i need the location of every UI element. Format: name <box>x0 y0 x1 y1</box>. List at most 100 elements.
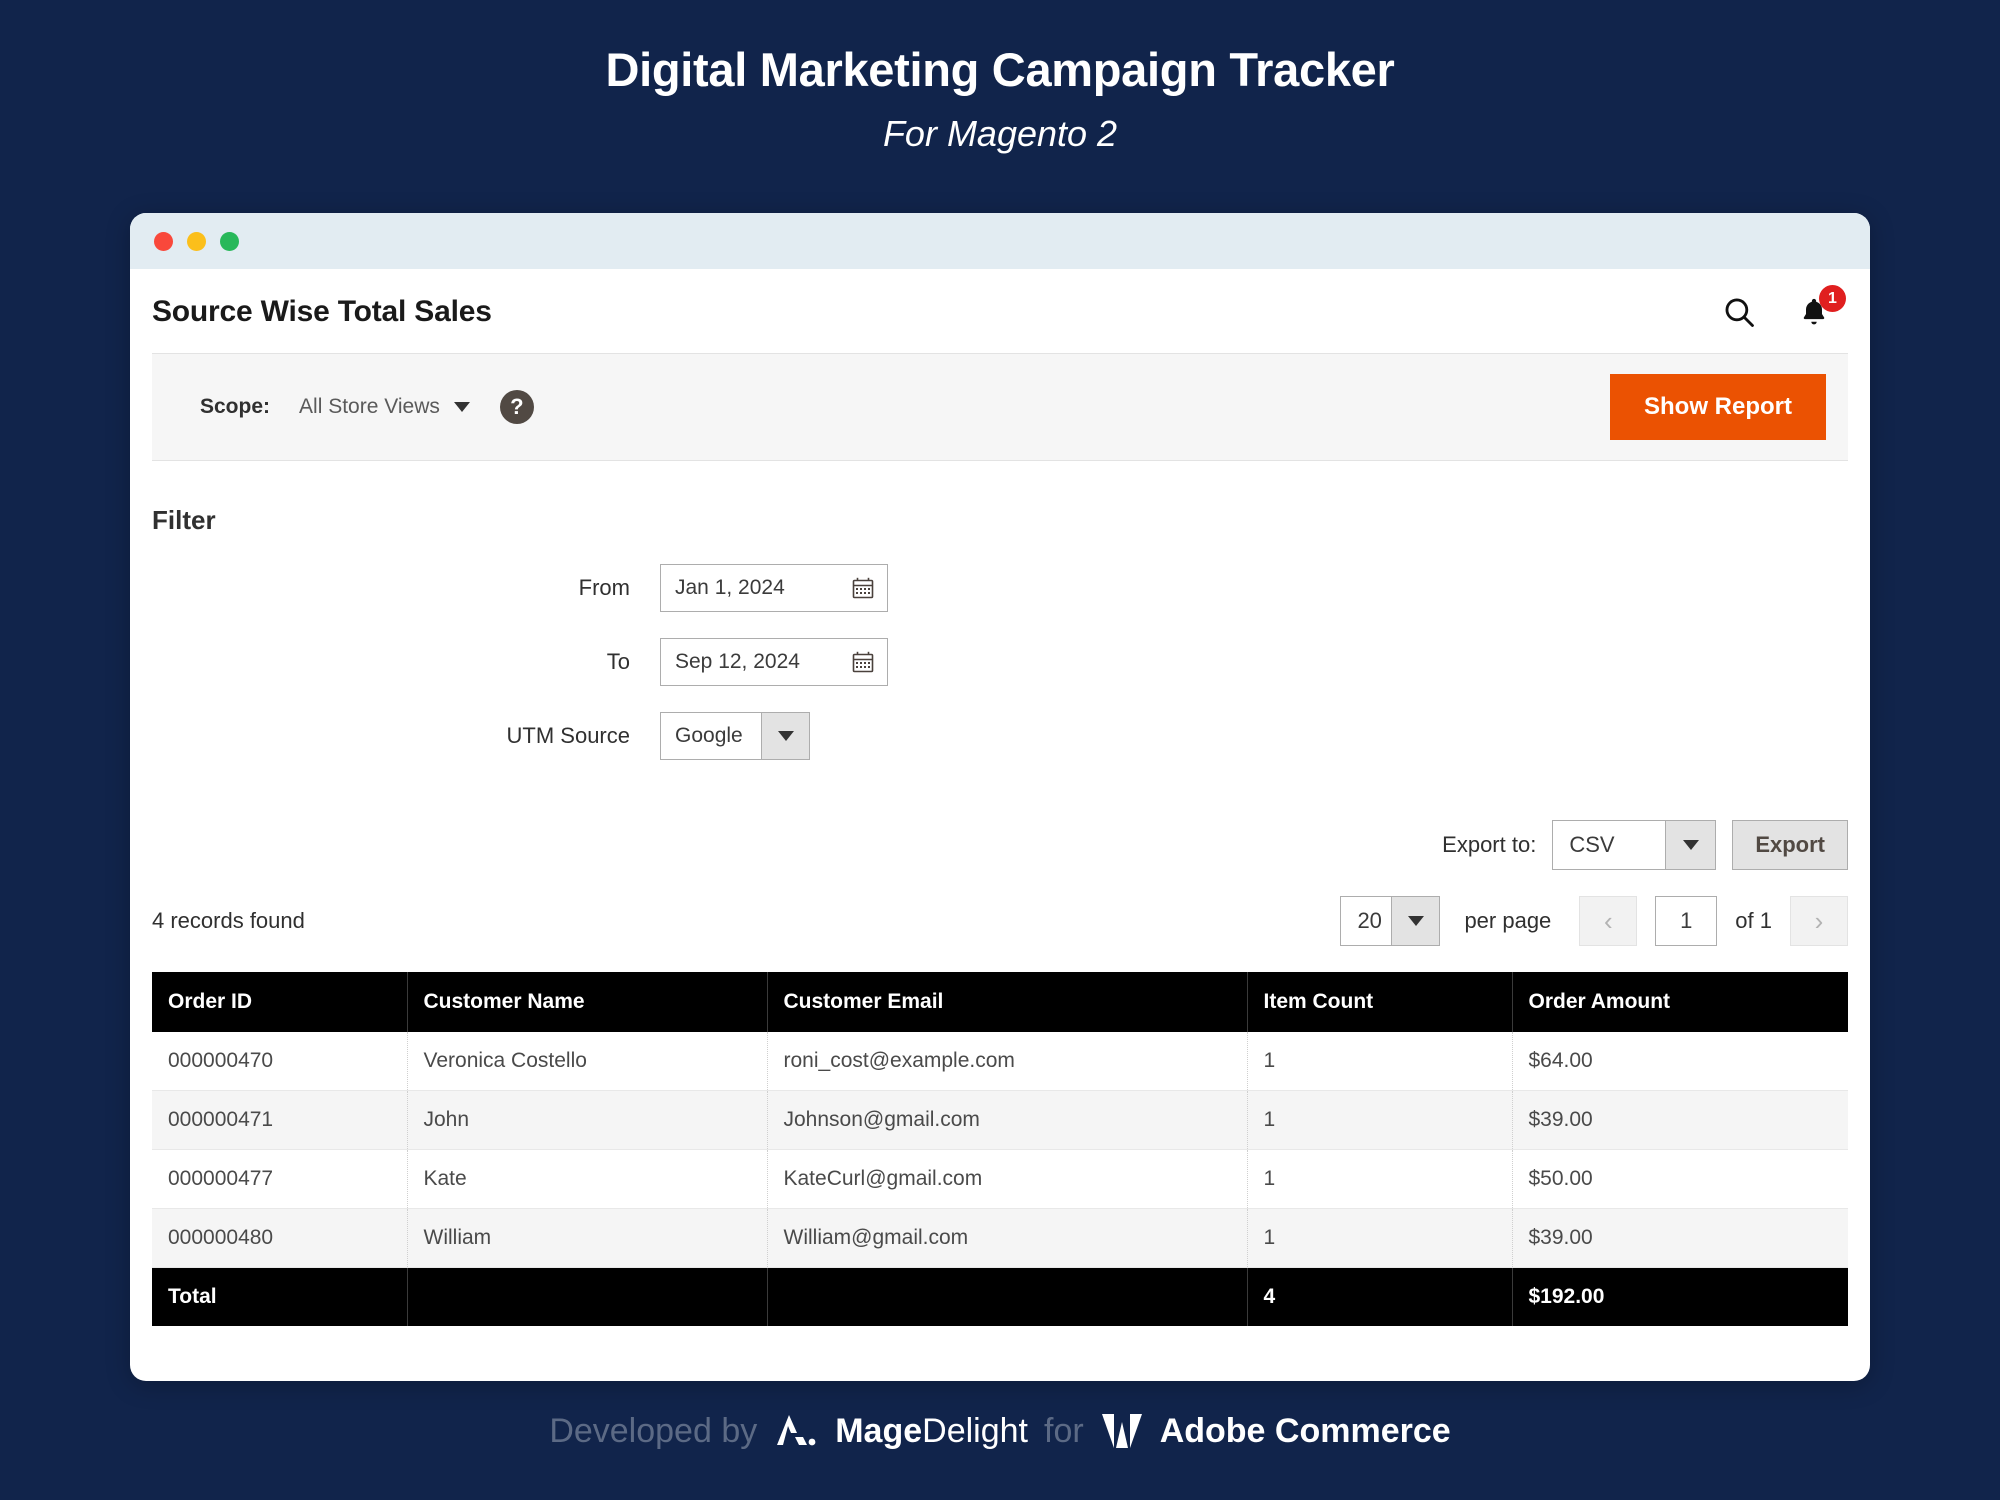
search-icon[interactable] <box>1722 295 1756 329</box>
records-found-text: 4 records found <box>152 908 305 933</box>
brand-mage: Mage <box>835 1411 923 1450</box>
from-date-input[interactable] <box>675 576 835 600</box>
cell-order-id: 000000477 <box>152 1149 408 1209</box>
export-format-value: CSV <box>1569 832 1615 857</box>
column-header-customer-name[interactable]: Customer Name <box>407 972 768 1032</box>
export-button[interactable]: Export <box>1732 820 1848 870</box>
cell-customer-email: roni_cost@example.com <box>767 1032 1248 1091</box>
adobe-commerce-brand: Adobe Commerce <box>1160 1412 1451 1451</box>
chevron-down-icon[interactable] <box>1391 897 1440 945</box>
calendar-icon[interactable] <box>851 650 875 674</box>
cell-item-count: 1 <box>1247 1149 1513 1209</box>
magedelight-logo-icon <box>773 1411 819 1451</box>
cell-customer-name: John <box>407 1090 768 1150</box>
column-header-item-count[interactable]: Item Count <box>1247 972 1513 1032</box>
magedelight-brand: MageDelight <box>835 1412 1028 1451</box>
developed-by-label: Developed by <box>549 1411 758 1450</box>
table-header-row: Order ID Customer Name Customer Email It… <box>152 972 1848 1032</box>
table-row[interactable]: 000000470 Veronica Costello roni_cost@ex… <box>152 1032 1848 1091</box>
export-to-label: Export to: <box>1442 832 1537 857</box>
total-item-count: 4 <box>1247 1267 1513 1326</box>
filter-row-from: From <box>130 564 1870 612</box>
pager-controls: 20 per page ‹ of 1 › <box>1340 896 1848 946</box>
scope-label: Scope: <box>200 395 271 418</box>
cell-customer-name: Kate <box>407 1149 768 1209</box>
cell-order-amount: $39.00 <box>1512 1090 1848 1150</box>
chevron-down-icon[interactable] <box>1665 821 1716 869</box>
page-title: Digital Marketing Campaign Tracker <box>605 43 1395 96</box>
cell-item-count: 1 <box>1247 1090 1513 1150</box>
app-page-title: Source Wise Total Sales <box>152 295 492 328</box>
commerce-word: Commerce <box>1274 1411 1451 1450</box>
current-page-input[interactable] <box>1655 896 1718 946</box>
column-header-customer-email[interactable]: Customer Email <box>767 972 1248 1032</box>
bell-icon[interactable]: 1 <box>1798 285 1846 329</box>
cell-order-id: 000000470 <box>152 1032 408 1091</box>
store-view-selector[interactable]: All Store Views <box>299 395 470 419</box>
from-date-field[interactable] <box>660 564 888 612</box>
utm-source-select[interactable]: Google <box>660 712 810 760</box>
table-row[interactable]: 000000480 William William@gmail.com 1 $3… <box>152 1208 1848 1268</box>
table-total-row: Total 4 $192.00 <box>152 1267 1848 1326</box>
filter-heading: Filter <box>152 505 216 535</box>
calendar-icon[interactable] <box>851 576 875 600</box>
adobe-logo-icon <box>1100 1410 1144 1452</box>
records-pager-row: 4 records found 20 per page ‹ of 1 › <box>130 870 1870 946</box>
app-header: Source Wise Total Sales 1 <box>130 269 1870 353</box>
cell-order-amount: $64.00 <box>1512 1032 1848 1091</box>
column-header-order-amount[interactable]: Order Amount <box>1512 972 1848 1032</box>
cell-order-amount: $39.00 <box>1512 1208 1848 1268</box>
chevron-down-icon[interactable] <box>761 713 809 759</box>
page-subtitle: For Magento 2 <box>882 113 1118 154</box>
window-maximize-dot[interactable] <box>220 231 239 251</box>
page-header: Digital Marketing Campaign Tracker For M… <box>0 0 2000 155</box>
utm-source-label: UTM Source <box>506 723 630 748</box>
cell-order-id: 000000471 <box>152 1090 408 1150</box>
cell-order-amount: $50.00 <box>1512 1149 1848 1209</box>
page-count-label: of 1 <box>1735 908 1772 933</box>
per-page-label: per page <box>1464 908 1552 933</box>
chevron-left-icon[interactable]: ‹ <box>1579 896 1638 946</box>
table-row[interactable]: 000000477 Kate KateCurl@gmail.com 1 $50.… <box>152 1149 1848 1209</box>
per-page-select[interactable]: 20 <box>1340 896 1441 946</box>
cell-item-count: 1 <box>1247 1032 1513 1091</box>
window-close-dot[interactable] <box>154 231 173 251</box>
browser-window: Source Wise Total Sales 1 Scope: All Sto… <box>130 213 1870 1381</box>
adobe-word: Adobe <box>1159 1411 1266 1450</box>
total-label: Total <box>152 1267 408 1326</box>
window-minimize-dot[interactable] <box>187 231 206 251</box>
cell-customer-name: William <box>407 1208 768 1268</box>
total-customer-name <box>407 1267 768 1326</box>
store-view-value: All Store Views <box>299 395 440 418</box>
cell-order-id: 000000480 <box>152 1208 408 1268</box>
per-page-value: 20 <box>1357 908 1382 933</box>
filter-row-utm-source: UTM Source Google <box>130 712 1870 760</box>
table-row[interactable]: 000000471 John Johnson@gmail.com 1 $39.0… <box>152 1090 1848 1150</box>
browser-chrome-bar <box>130 213 1870 269</box>
filter-row-to: To <box>130 638 1870 686</box>
to-label: To <box>606 649 630 674</box>
to-date-input[interactable] <box>675 650 835 674</box>
scope-bar: Scope: All Store Views ? Show Report <box>152 353 1848 461</box>
total-customer-email <box>767 1267 1248 1326</box>
total-order-amount: $192.00 <box>1512 1267 1848 1326</box>
sales-table: Order ID Customer Name Customer Email It… <box>152 972 1848 1326</box>
chevron-right-icon[interactable]: › <box>1790 896 1848 946</box>
cell-customer-email: KateCurl@gmail.com <box>767 1149 1248 1209</box>
from-label: From <box>578 575 630 600</box>
header-actions: 1 <box>1722 285 1846 329</box>
to-date-field[interactable] <box>660 638 888 686</box>
notification-badge: 1 <box>1819 285 1846 312</box>
cell-item-count: 1 <box>1247 1208 1513 1268</box>
column-header-order-id[interactable]: Order ID <box>152 972 408 1032</box>
export-format-select[interactable]: CSV <box>1552 820 1717 870</box>
cell-customer-email: Johnson@gmail.com <box>767 1090 1248 1150</box>
for-label: for <box>1044 1411 1084 1450</box>
brand-delight: Delight <box>922 1411 1028 1450</box>
question-mark-icon[interactable]: ? <box>499 390 534 424</box>
filter-form: From Jan 1, 2024 To Sep 12, 2024 UTM Sou… <box>130 536 1870 760</box>
chevron-down-icon <box>453 402 470 412</box>
cell-customer-name: Veronica Costello <box>407 1032 768 1091</box>
show-report-button[interactable]: Show Report <box>1610 374 1826 440</box>
utm-source-value: Google <box>675 724 743 747</box>
